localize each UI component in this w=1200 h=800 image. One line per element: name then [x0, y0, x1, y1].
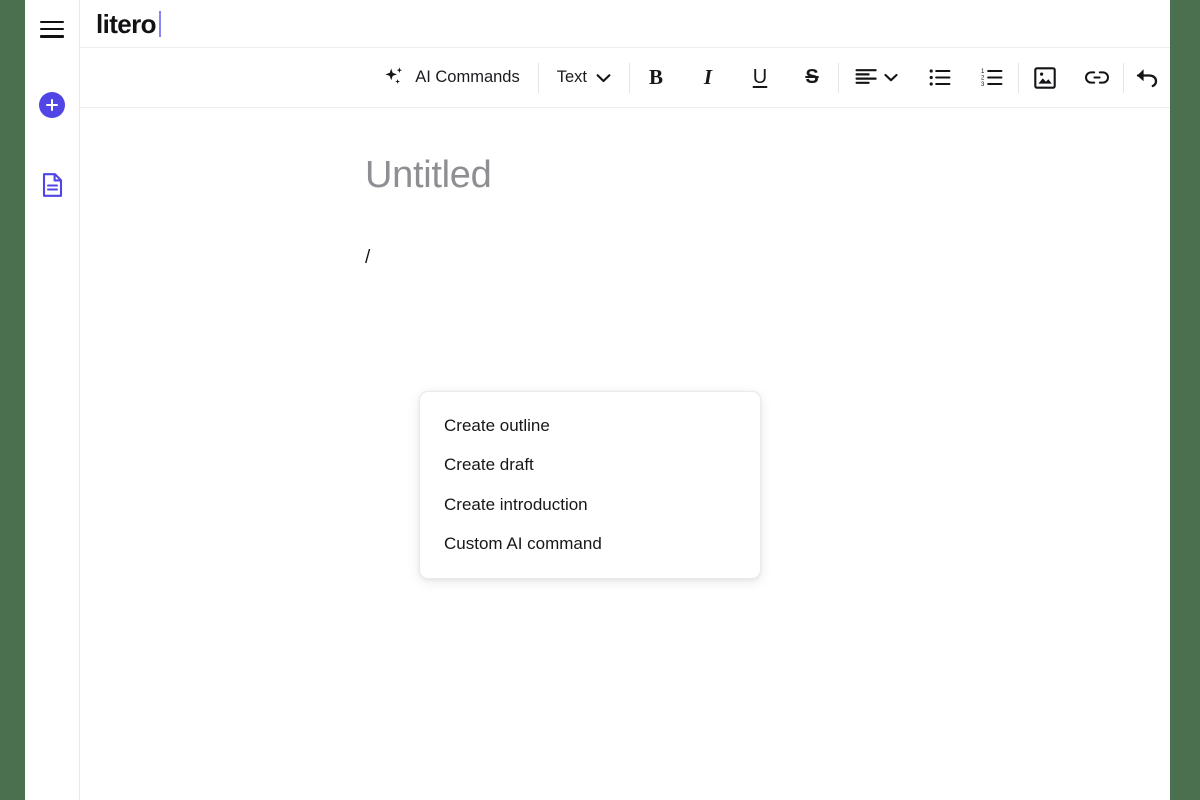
ai-commands-button[interactable]: AI Commands [365, 48, 538, 107]
text-style-dropdown[interactable]: Text [539, 48, 629, 107]
slash-menu-item-create-outline[interactable]: Create outline [420, 406, 760, 445]
sidebar-item-menu-toggle[interactable] [36, 13, 68, 45]
document-canvas[interactable]: Untitled / Create outline Create draft C… [80, 108, 1170, 800]
align-left-icon [855, 68, 877, 87]
hamburger-icon [40, 20, 64, 38]
svg-text:2: 2 [981, 76, 985, 82]
image-icon [1034, 66, 1056, 89]
slash-menu-item-custom-ai-command[interactable]: Custom AI command [420, 524, 760, 563]
svg-text:1: 1 [981, 69, 985, 75]
slash-menu-item-create-introduction[interactable]: Create introduction [420, 485, 760, 524]
undo-icon [1135, 67, 1160, 88]
link-icon [1085, 70, 1109, 85]
logo[interactable]: litero [96, 8, 161, 39]
sidebar-item-new-document[interactable] [39, 92, 65, 118]
app-header: litero [80, 0, 1170, 48]
svg-text:3: 3 [981, 82, 985, 87]
chevron-down-icon [884, 73, 898, 82]
italic-button[interactable]: I [682, 48, 734, 107]
sidebar-item-documents[interactable] [37, 170, 67, 200]
insert-link-button[interactable] [1071, 48, 1123, 107]
ai-commands-label: AI Commands [415, 68, 520, 86]
sidebar [25, 0, 80, 800]
sparkles-icon [383, 66, 406, 89]
document-icon [42, 173, 63, 197]
document: Untitled / [365, 153, 925, 271]
underline-button[interactable]: U [734, 48, 786, 107]
slash-command-menu: Create outline Create draft Create intro… [419, 391, 761, 579]
align-dropdown[interactable] [839, 48, 914, 107]
text-cursor [158, 10, 161, 37]
main-area: litero AI Commands Text B I U S 1 2 3 Un… [80, 0, 1170, 800]
bold-button[interactable]: B [630, 48, 682, 107]
bullet-list-button[interactable] [914, 48, 966, 107]
undo-button[interactable] [1124, 48, 1170, 107]
numbered-list-icon: 1 2 3 [981, 68, 1003, 87]
bullet-list-icon [929, 68, 951, 87]
document-title-input[interactable]: Untitled [365, 153, 925, 199]
app-window: litero AI Commands Text B I U S 1 2 3 Un… [25, 0, 1170, 800]
slash-menu-item-create-draft[interactable]: Create draft [420, 445, 760, 484]
chevron-down-icon [596, 73, 611, 83]
editor-toolbar: AI Commands Text B I U S 1 2 3 [80, 48, 1170, 108]
numbered-list-button[interactable]: 1 2 3 [966, 48, 1018, 107]
text-style-label: Text [556, 68, 587, 86]
strikethrough-button[interactable]: S [786, 48, 838, 107]
insert-image-button[interactable] [1019, 48, 1071, 107]
logo-text: litero [96, 8, 157, 39]
document-body-input[interactable]: / [365, 245, 925, 272]
